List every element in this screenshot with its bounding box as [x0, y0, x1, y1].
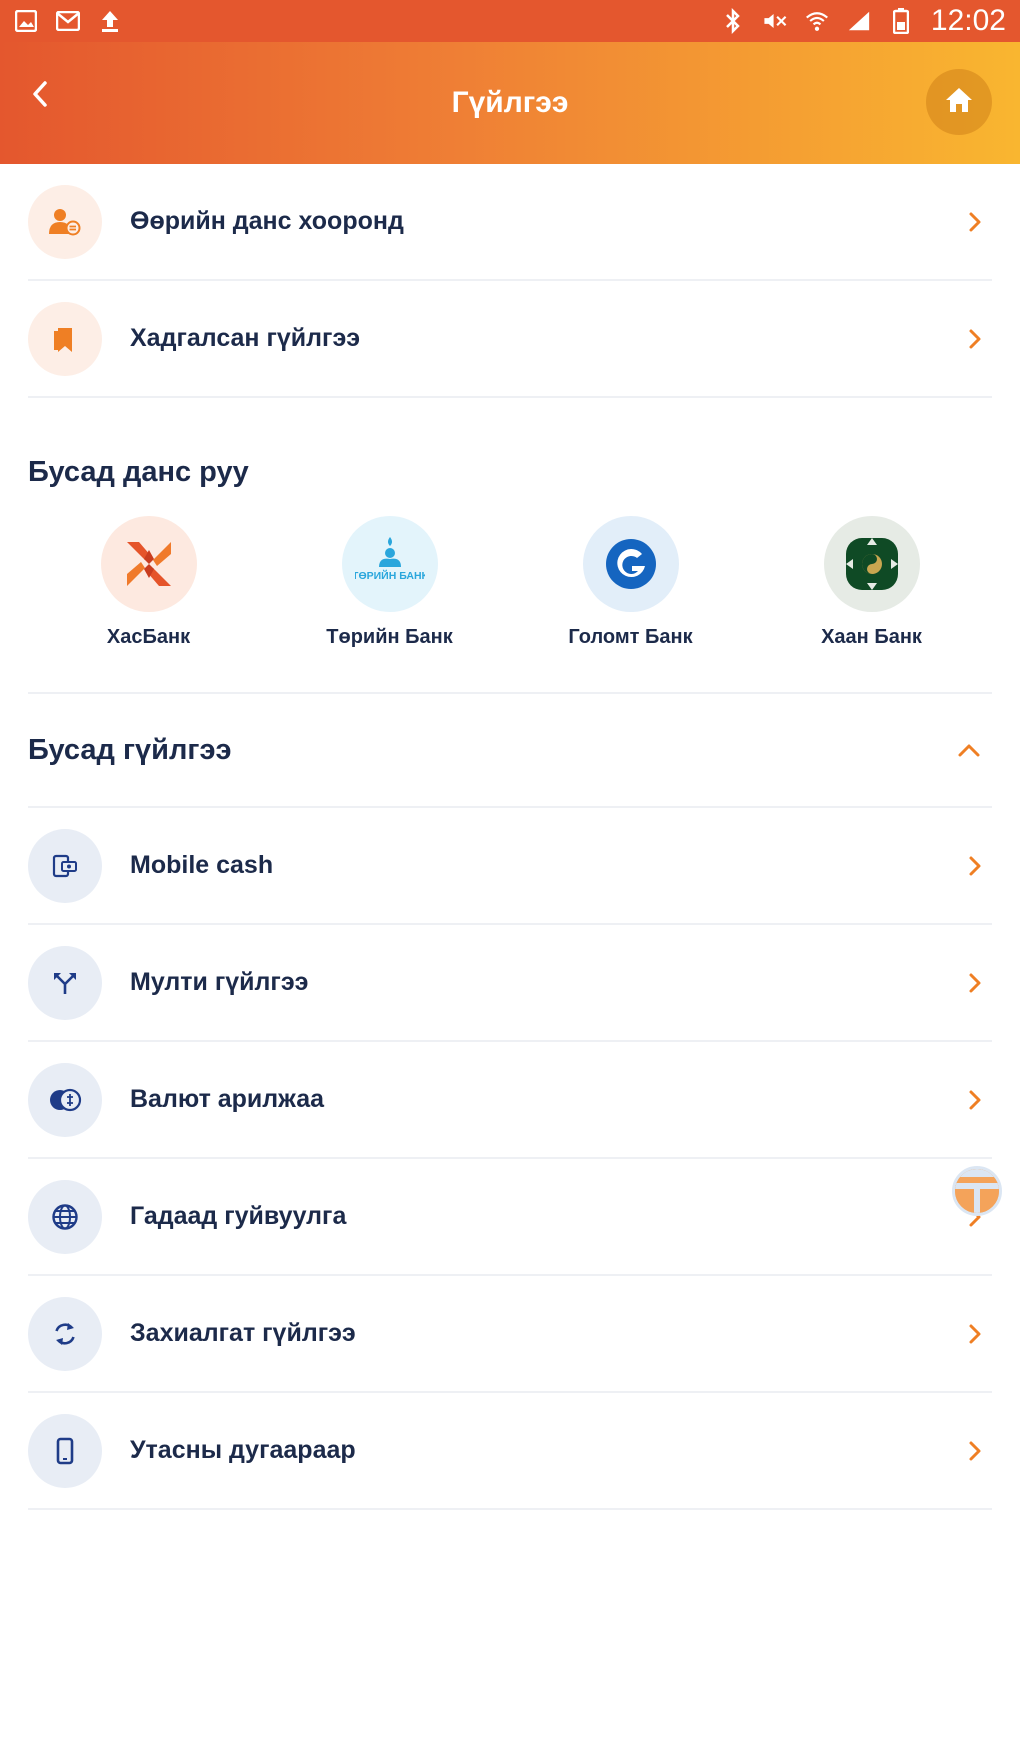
- gallery-notification-icon: [14, 9, 38, 33]
- battery-icon: [889, 8, 913, 34]
- foreign-remittance-item[interactable]: Гадаад гуйвуулга: [28, 1159, 992, 1276]
- refresh-icon: [28, 1296, 102, 1371]
- row-label: Mobile cash: [130, 851, 274, 879]
- bank-turiin[interactable]: ТӨРИЙН БАНК Төрийн Банк: [269, 516, 510, 692]
- mail-notification-icon: [56, 9, 80, 33]
- bank-xacbank[interactable]: ХасБанк: [28, 516, 269, 692]
- back-button[interactable]: [20, 76, 60, 116]
- bookmark-icon: [28, 301, 102, 376]
- row-label: Валют арилжаа: [130, 1085, 325, 1113]
- wifi-icon: [805, 9, 829, 33]
- signal-icon: [847, 9, 871, 33]
- multi-transaction-item[interactable]: Мулти гүйлгээ: [28, 925, 992, 1042]
- chevron-right-icon: [962, 1438, 988, 1464]
- xacbank-logo: [100, 516, 197, 612]
- bank-name: Хаан Банк: [821, 626, 922, 648]
- mobile-cash-icon: [28, 828, 102, 903]
- chevron-right-icon: [962, 1087, 988, 1113]
- saved-transactions-item[interactable]: Хадгалсан гүйлгээ: [28, 281, 992, 398]
- person-transfer-icon: [28, 184, 102, 259]
- app-bar: Гүйлгээ: [0, 42, 1020, 164]
- khan-bank-logo: [823, 516, 920, 612]
- bank-name: Голомт Банк: [568, 626, 693, 648]
- currency-exchange-icon: [28, 1062, 102, 1137]
- chevron-right-icon: [962, 326, 988, 352]
- bank-name: Төрийн Банк: [326, 626, 453, 648]
- other-accounts-title: Бусад данс руу: [28, 456, 249, 488]
- bank-khan[interactable]: Хаан Банк: [751, 516, 992, 692]
- mute-icon: [763, 9, 787, 33]
- turiin-logo-text: ТӨРИЙН БАНК: [355, 569, 425, 582]
- scheduled-transaction-item[interactable]: Захиалгат гүйлгээ: [28, 1276, 992, 1393]
- other-transactions-title: Бусад гүйлгээ: [28, 733, 232, 766]
- row-label: Гадаад гуйвуулга: [130, 1202, 347, 1230]
- row-label: Захиалгат гүйлгээ: [130, 1319, 356, 1347]
- chevron-right-icon: [962, 209, 988, 235]
- globe-icon: [28, 1179, 102, 1254]
- home-button[interactable]: [926, 69, 992, 135]
- bank-list: ХасБанк ТӨРИЙН БАНК Төрийн Банк Голомт Б…: [28, 516, 992, 694]
- turiin-bank-logo: ТӨРИЙН БАНК: [341, 516, 438, 612]
- floating-assist-button[interactable]: [952, 1166, 1002, 1216]
- upload-notification-icon: [98, 9, 122, 33]
- phone-icon: [28, 1413, 102, 1488]
- row-label: Мулти гүйлгээ: [130, 968, 309, 996]
- home-icon: [944, 86, 974, 118]
- row-label: Хадгалсан гүйлгээ: [130, 324, 361, 352]
- bank-name: ХасБанк: [106, 626, 191, 648]
- currency-exchange-item[interactable]: Валют арилжаа: [28, 1042, 992, 1159]
- page-title: Гүйлгээ: [451, 86, 569, 119]
- other-transactions-header[interactable]: Бусад гүйлгээ: [28, 694, 992, 808]
- chevron-right-icon: [962, 970, 988, 996]
- row-label: Утасны дугаараар: [130, 1436, 356, 1464]
- own-accounts-transfer-item[interactable]: Өөрийн данс хооронд: [28, 164, 992, 281]
- chevron-right-icon: [962, 1321, 988, 1347]
- status-bar: 12:02: [0, 0, 1020, 42]
- golomt-bank-logo: [582, 516, 679, 612]
- chevron-up-icon: [956, 737, 982, 763]
- main-content: Өөрийн данс хооронд Хадгалсан гүйлгээ Бу…: [0, 164, 1020, 1510]
- bank-golomt[interactable]: Голомт Банк: [510, 516, 751, 692]
- multi-arrow-icon: [28, 945, 102, 1020]
- row-label: Өөрийн данс хооронд: [130, 207, 404, 235]
- mobile-cash-item[interactable]: Mobile cash: [28, 808, 992, 925]
- phone-number-transfer-item[interactable]: Утасны дугаараар: [28, 1393, 992, 1510]
- clock: 12:02: [930, 4, 1006, 37]
- bluetooth-icon: [721, 8, 745, 34]
- assist-icon: [955, 1169, 999, 1213]
- chevron-left-icon: [31, 80, 49, 112]
- chevron-right-icon: [962, 853, 988, 879]
